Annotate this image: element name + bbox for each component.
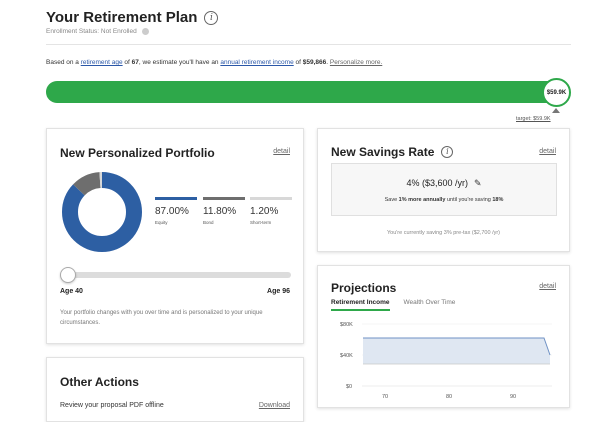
allocation-label-equity: Equity [155,220,168,225]
page-header: Your Retirement Plan i Enrollment Status… [46,9,571,45]
download-link[interactable]: Download [259,402,290,409]
enrollment-status-row: Enrollment Status: Not Enrolled [46,28,571,35]
projections-detail-link[interactable]: detail [539,283,556,290]
other-actions-card: Other Actions Review your proposal PDF o… [46,357,304,422]
income-progress-knob: $59.9K [542,78,571,107]
status-dot-icon [141,28,149,35]
age-start-label: Age 40 [60,288,83,295]
target-label[interactable]: target: $59.9K [516,116,551,122]
other-actions-title: Other Actions [60,375,139,389]
rate-sub-bold: 18% [492,197,504,203]
page-title: Your Retirement Plan [46,9,198,26]
title-row: Your Retirement Plan i [46,9,571,26]
allocation-donut-chart [62,172,142,252]
projections-chart: $80K $40K $0 70 80 90 [340,322,552,400]
projection-area [363,338,550,364]
enrollment-status: Enrollment Status: Not Enrolled [46,28,137,35]
x-tick-label: 70 [382,394,388,400]
allocation-short-term: 1.20% Short-term [250,197,292,225]
rate-sub-text: until you're saving [445,197,493,203]
estimate-text: Based on a [46,59,81,66]
age-end-label: Age 96 [267,288,290,295]
allocation-bar-bond [203,197,245,200]
current-savings-note: You're currently saving 3% pre-tax ($2,7… [386,230,501,236]
allocation-label-short-term: Short-term [250,220,272,225]
savings-rate-subtext: Save 1% more annually until you're savin… [332,197,556,203]
age-slider-handle[interactable] [60,267,76,283]
projections-title: Projections [331,281,397,295]
review-proposal-text: Review your proposal PDF offline [60,402,164,409]
y-tick-label: $80K [340,322,353,328]
estimate-text: of [122,59,132,66]
savings-rate-value: 4% ($3,600 /yr) [406,178,468,188]
portfolio-card: New Personalized Portfolio detail 87.00%… [46,128,304,344]
rate-sub-bold: 1% more annually [398,197,446,203]
allocation-bar-short-term [250,197,292,200]
tab-wealth-over-time[interactable]: Wealth Over Time [404,299,456,311]
portfolio-detail-link[interactable]: detail [273,148,290,155]
x-tick-label: 80 [446,394,452,400]
age-slider-track[interactable] [65,272,291,278]
savings-title-row: New Savings Rate i [331,145,454,159]
portfolio-note: Your portfolio changes with you over tim… [60,310,263,326]
y-tick-label: $40K [340,353,353,359]
y-tick-label: $0 [346,384,352,390]
pencil-icon[interactable]: ✎ [474,178,482,189]
estimate-sentence: Based on a retirement age of 67, we esti… [46,59,382,66]
allocation-percent-bond: 11.80% [203,206,237,217]
info-icon[interactable]: i [204,10,219,25]
retirement-age-link[interactable]: retirement age [81,59,123,66]
projections-card: Projections detail Retirement Income Wea… [317,265,570,408]
allocation-bond: 11.80% Bond [203,197,245,225]
target-caret-icon [552,108,560,113]
savings-info-icon[interactable]: i [441,146,454,158]
savings-detail-link[interactable]: detail [539,148,556,155]
savings-rate-card: New Savings Rate i detail 4% ($3,600 /yr… [317,128,570,252]
allocation-percent-equity: 87.00% [155,206,189,217]
income-amount: $59,866 [302,59,327,66]
annual-income-link[interactable]: annual retirement income [220,59,293,66]
income-progress-bar [46,81,570,103]
allocation-bar-equity [155,197,197,200]
estimate-text: of [293,59,303,66]
portfolio-title: New Personalized Portfolio [60,146,215,160]
estimate-text: , we estimate you'll have an [138,59,221,66]
savings-title: New Savings Rate [331,145,435,159]
allocation-percent-short-term: 1.20% [250,206,279,217]
allocation-equity: 87.00% Equity [155,197,197,225]
rate-sub-text: Save [384,197,399,203]
projections-tabs: Retirement Income Wealth Over Time [331,299,469,311]
retirement-age-value: 67 [131,59,139,66]
savings-rate-row: 4% ($3,600 /yr) ✎ [332,178,556,189]
x-tick-label: 90 [510,394,516,400]
personalize-more-link[interactable]: Personalize more. [330,59,382,66]
tab-retirement-income[interactable]: Retirement Income [331,299,390,311]
savings-rate-box: 4% ($3,600 /yr) ✎ Save 1% more annually u… [331,163,557,216]
income-progress-fill [46,81,570,103]
allocation-label-bond: Bond [203,220,214,225]
